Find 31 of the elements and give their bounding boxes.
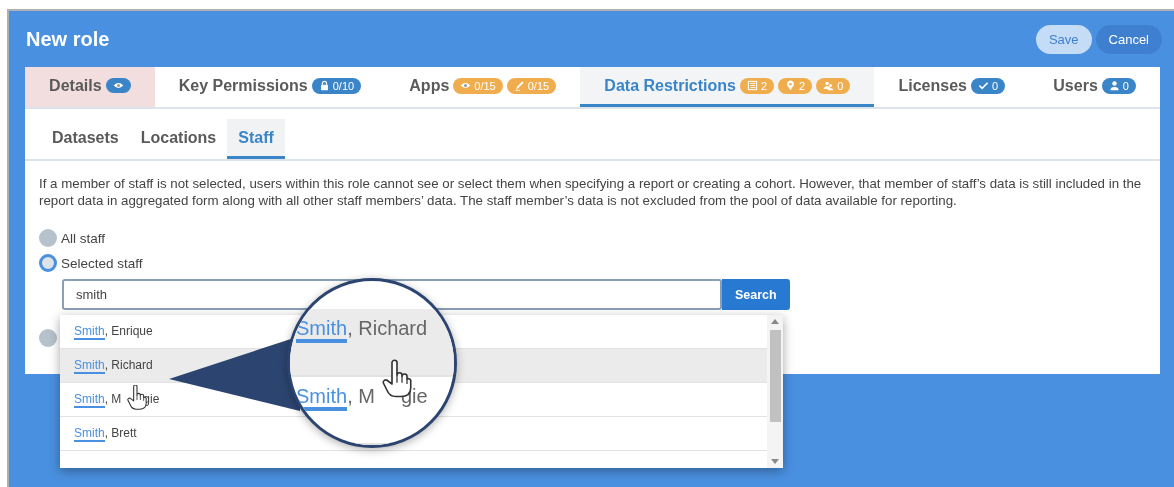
tab[interactable]: Details xyxy=(25,67,155,107)
count-badge: 0 xyxy=(1101,77,1136,94)
search-button[interactable]: Search xyxy=(722,279,790,310)
map-pin-icon xyxy=(785,80,797,91)
people-icon xyxy=(823,80,835,91)
user-icon xyxy=(1108,80,1120,91)
radio-button[interactable] xyxy=(39,229,57,247)
radio-button[interactable] xyxy=(39,329,57,347)
count-badge: 0/10 xyxy=(311,77,362,94)
lock-icon xyxy=(318,80,330,91)
subtab[interactable]: Staff xyxy=(227,119,285,159)
magnified-option: Smith, Richard xyxy=(290,309,454,377)
radio-button[interactable] xyxy=(39,254,57,272)
radio-label: All staff xyxy=(61,230,106,246)
count-badge: 0/15 xyxy=(506,77,557,94)
eye-icon xyxy=(460,80,472,91)
count-badge: 0 xyxy=(816,77,851,94)
radio-label: Selected staff xyxy=(61,255,143,271)
scrollbar[interactable] xyxy=(767,315,783,468)
check-icon xyxy=(978,80,989,91)
count-badge: 0/15 xyxy=(453,77,503,94)
cancel-button[interactable]: Cancel xyxy=(1095,24,1162,54)
count-badge: 2 xyxy=(778,77,813,94)
count-badge: 2 xyxy=(739,77,775,94)
count-badge: 0 xyxy=(971,77,1006,94)
description-text: If a member of staff is not selected, users within this role cannot see or select them when specifying a report or creating a cohort. However, that member of staff’s data is still included in the report data in aggregated form along with all other staff members’ data. The staff member’s data is not excluded from the pool of data available for reporting. xyxy=(39,175,1143,209)
tab[interactable]: Data Restrictions 2 2 0 xyxy=(580,67,875,107)
list-icon xyxy=(746,80,758,91)
eye-icon xyxy=(112,80,124,91)
dialog-title: New role xyxy=(26,27,111,51)
pen-icon xyxy=(513,80,525,91)
